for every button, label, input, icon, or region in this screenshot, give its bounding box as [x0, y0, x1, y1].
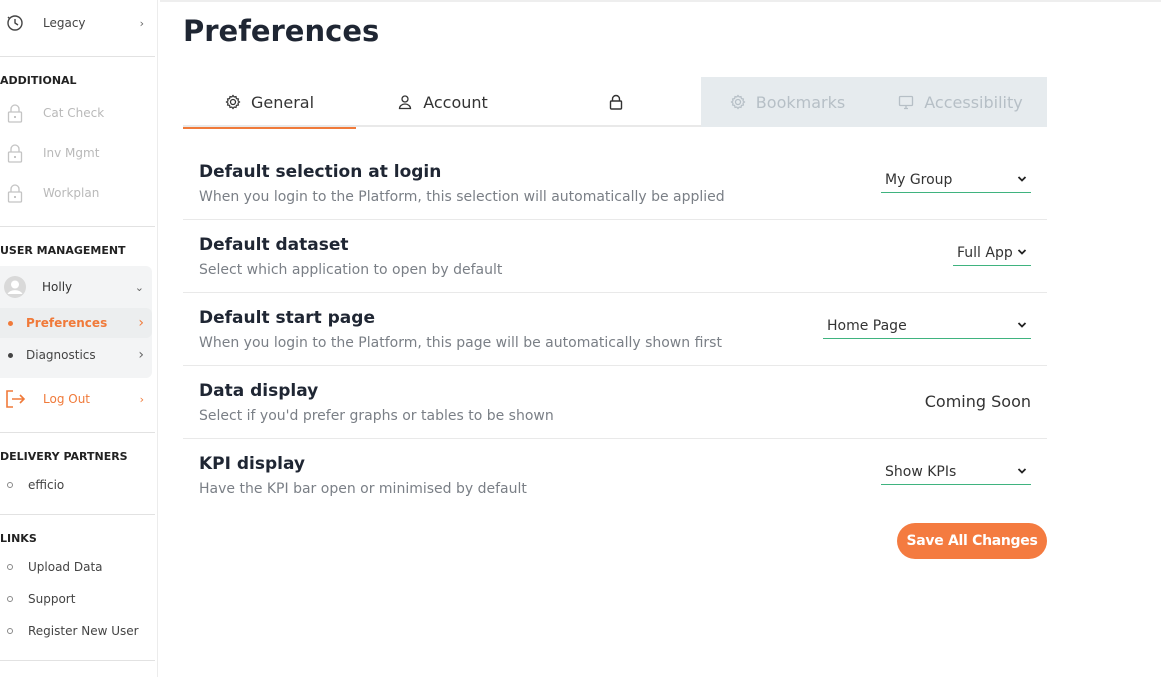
sidebar-divider	[0, 226, 155, 227]
setting-row-default-dataset: Default dataset Select which application…	[183, 220, 1047, 293]
sidebar-divider	[0, 56, 155, 57]
setting-description: Have the KPI bar open or minimised by de…	[199, 481, 527, 497]
lock-icon	[7, 144, 23, 163]
tab-accessibility[interactable]: Accessibility	[874, 77, 1047, 127]
tab-general[interactable]: General	[183, 77, 356, 129]
bullet-ring-icon	[7, 596, 13, 602]
monitor-icon	[899, 95, 914, 110]
sidebar-item-efficio[interactable]: efficio	[0, 475, 152, 495]
chevron-right-icon: ›	[139, 392, 144, 406]
bullet-icon	[8, 352, 13, 358]
section-heading-links: LINKS	[0, 532, 37, 545]
sidebar-divider	[0, 432, 155, 433]
sidebar-item-label: Legacy	[43, 16, 86, 30]
sidebar-item-upload-data[interactable]: Upload Data	[0, 557, 152, 577]
setting-description: Select which application to open by defa…	[199, 262, 503, 278]
select-value: Full App	[957, 244, 1013, 261]
chevron-right-icon: ›	[139, 16, 144, 30]
coming-soon-text: Coming Soon	[924, 392, 1031, 411]
bullet-ring-icon	[7, 482, 13, 488]
section-heading-user-management: USER MANAGEMENT	[0, 244, 126, 257]
select-value: Home Page	[827, 317, 907, 334]
tab-label: Bookmarks	[755, 92, 846, 112]
sidebar-item-workplan[interactable]: Workplan	[0, 181, 152, 205]
kpi-display-select[interactable]: Show KPIs	[881, 459, 1031, 485]
logout-label: Log Out	[43, 392, 91, 406]
tab-label: Account	[423, 92, 488, 112]
setting-title: KPI display	[199, 454, 306, 474]
tab-bookmarks[interactable]: Bookmarks	[701, 77, 874, 127]
tab-label: Accessibility	[924, 92, 1023, 112]
sidebar-item-label: Workplan	[43, 186, 100, 200]
chevron-right-icon: ›	[138, 347, 144, 363]
default-selection-select[interactable]: My Group	[881, 167, 1031, 193]
sidebar-item-label: Diagnostics	[26, 348, 96, 362]
setting-row-default-selection: Default selection at login When you logi…	[183, 147, 1047, 220]
lock-icon	[7, 104, 23, 123]
sidebar-divider	[0, 660, 155, 661]
lock-icon	[609, 94, 622, 110]
sidebar-item-diagnostics[interactable]: Diagnostics ›	[0, 344, 152, 366]
section-heading-delivery-partners: DELIVERY PARTNERS	[0, 450, 128, 463]
tab-label: General	[250, 92, 315, 112]
save-all-changes-button[interactable]: Save All Changes	[897, 523, 1047, 559]
setting-title: Data display	[199, 381, 319, 401]
sidebar: Legacy › ADDITIONAL Cat Check Inv Mgmt W…	[0, 0, 158, 677]
sidebar-item-label: Upload Data	[28, 560, 103, 574]
user-icon	[399, 95, 412, 110]
sidebar-item-label: Preferences	[26, 316, 108, 330]
setting-title: Default start page	[199, 308, 375, 328]
chevron-down-icon	[1017, 249, 1027, 255]
setting-row-kpi-display: KPI display Have the KPI bar open or min…	[183, 439, 1047, 512]
tab-bar: General Account Bookmarks Accessibility	[183, 77, 1047, 129]
setting-description: When you login to the Platform, this sel…	[199, 189, 725, 205]
chevron-down-icon	[1017, 176, 1027, 182]
logout-button[interactable]: Log Out ›	[0, 387, 152, 411]
bullet-ring-icon	[7, 564, 13, 570]
bullet-ring-icon	[7, 628, 13, 634]
tab-locked[interactable]	[529, 77, 702, 127]
gear-icon	[730, 94, 746, 110]
sidebar-item-register-new-user[interactable]: Register New User	[0, 621, 152, 641]
sidebar-item-support[interactable]: Support	[0, 589, 152, 609]
sidebar-item-label: Register New User	[28, 624, 139, 638]
sidebar-item-preferences[interactable]: Preferences ›	[0, 312, 152, 334]
logout-icon	[6, 390, 26, 408]
sidebar-item-label: Cat Check	[43, 106, 105, 120]
section-heading-additional: ADDITIONAL	[0, 74, 77, 87]
default-dataset-select[interactable]: Full App	[953, 240, 1031, 266]
default-start-page-select[interactable]: Home Page	[823, 313, 1031, 339]
sidebar-item-label: Support	[28, 592, 76, 606]
chevron-down-icon	[1017, 322, 1027, 328]
lock-icon	[7, 184, 23, 203]
setting-description: When you login to the Platform, this pag…	[199, 335, 722, 351]
setting-row-data-display: Data display Select if you'd prefer grap…	[183, 366, 1047, 439]
legacy-clock-icon	[7, 15, 23, 31]
top-shadow-line	[160, 0, 1161, 2]
chevron-down-icon	[1017, 468, 1027, 474]
chevron-right-icon: ›	[138, 315, 144, 331]
setting-description: Select if you'd prefer graphs or tables …	[199, 408, 554, 424]
tab-account[interactable]: Account	[356, 77, 529, 127]
setting-row-default-start-page: Default start page When you login to the…	[183, 293, 1047, 366]
page-title: Preferences	[183, 14, 380, 48]
sidebar-divider	[0, 514, 155, 515]
user-name: Holly	[42, 280, 73, 294]
sidebar-item-inv-mgmt[interactable]: Inv Mgmt	[0, 141, 152, 165]
active-dot-icon	[8, 320, 13, 326]
setting-title: Default selection at login	[199, 162, 442, 182]
select-value: Show KPIs	[885, 463, 957, 480]
sidebar-item-cat-check[interactable]: Cat Check	[0, 101, 152, 125]
sidebar-item-legacy[interactable]: Legacy ›	[0, 12, 152, 34]
user-menu-toggle[interactable]: Holly ⌄	[0, 274, 152, 300]
sidebar-item-label: Inv Mgmt	[43, 146, 100, 160]
chevron-down-icon: ⌄	[134, 280, 144, 294]
setting-title: Default dataset	[199, 235, 349, 255]
select-value: My Group	[885, 171, 953, 188]
avatar-icon	[4, 276, 26, 298]
gear-icon	[225, 94, 241, 110]
sidebar-item-label: efficio	[28, 478, 65, 492]
